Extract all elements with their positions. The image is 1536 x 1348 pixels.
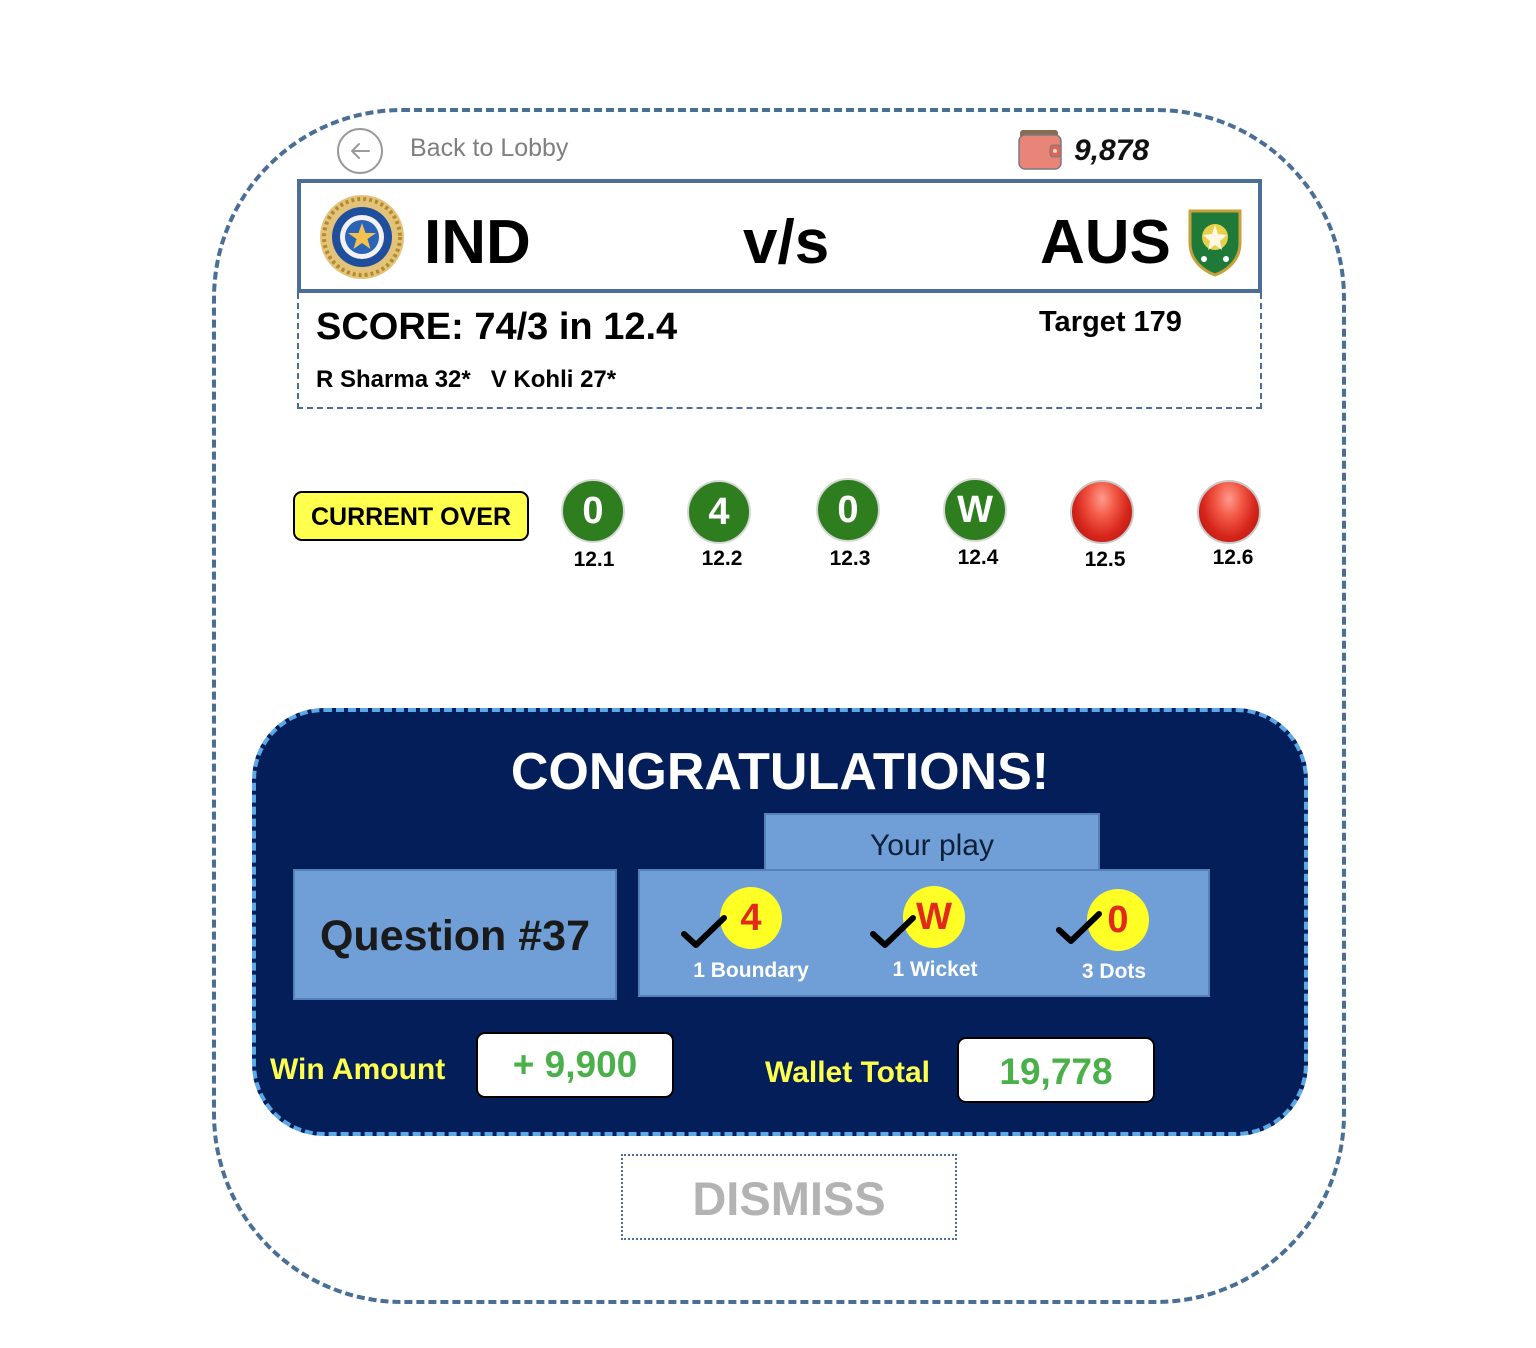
away-team: AUS — [1040, 208, 1171, 277]
wallet-icon[interactable] — [1016, 125, 1064, 173]
ball-number: 12.4 — [957, 546, 999, 569]
ball-result: W — [943, 478, 1007, 542]
ball-number: 12.1 — [573, 548, 615, 571]
wallet-total-label: Wallet Total — [765, 1056, 930, 1089]
pick-label: 1 Boundary — [693, 959, 809, 982]
target-label: Target 179 — [1039, 306, 1182, 338]
batsmen-line: R Sharma 32* V Kohli 27* — [316, 366, 617, 393]
back-button[interactable] — [337, 128, 383, 174]
bcci-logo-icon — [320, 195, 404, 279]
pick-value: 4 — [720, 887, 782, 949]
ball-number: 12.2 — [701, 547, 743, 570]
ball-result: 0 — [561, 479, 625, 543]
ball-result: 0 — [816, 478, 880, 542]
checkmark-icon — [870, 915, 916, 948]
question-number: Question #37 — [293, 869, 617, 1000]
current-over-badge: CURRENT OVER — [293, 491, 529, 541]
ball-number: 12.6 — [1212, 546, 1254, 569]
ball-number: 12.5 — [1084, 548, 1126, 571]
home-team: IND — [424, 208, 531, 277]
cricket-ball-icon — [1070, 480, 1134, 544]
dismiss-button[interactable]: DISMISS — [621, 1154, 957, 1240]
win-amount-value: + 9,900 — [476, 1032, 674, 1098]
cricket-ball-icon — [1197, 480, 1261, 544]
versus-label: v/s — [743, 208, 830, 277]
cricket-australia-logo-icon — [1188, 209, 1242, 277]
checkmark-icon — [1056, 911, 1102, 944]
win-amount-label: Win Amount — [270, 1053, 446, 1086]
wallet-total-value: 19,778 — [957, 1037, 1155, 1103]
wallet-balance: 9,878 — [1074, 134, 1150, 167]
pick-label: 1 Wicket — [892, 958, 978, 981]
pick-label: 3 Dots — [1081, 960, 1147, 983]
arrow-left-icon — [351, 143, 370, 159]
your-play-header: Your play — [764, 813, 1100, 873]
checkmark-icon — [681, 915, 727, 948]
score-line: SCORE: 74/3 in 12.4 — [316, 306, 678, 348]
ball-number: 12.3 — [829, 547, 871, 570]
back-to-lobby-link[interactable]: Back to Lobby — [410, 134, 568, 163]
ball-result: 4 — [687, 480, 751, 544]
congratulations-title: CONGRATULATIONS! — [510, 743, 1050, 801]
